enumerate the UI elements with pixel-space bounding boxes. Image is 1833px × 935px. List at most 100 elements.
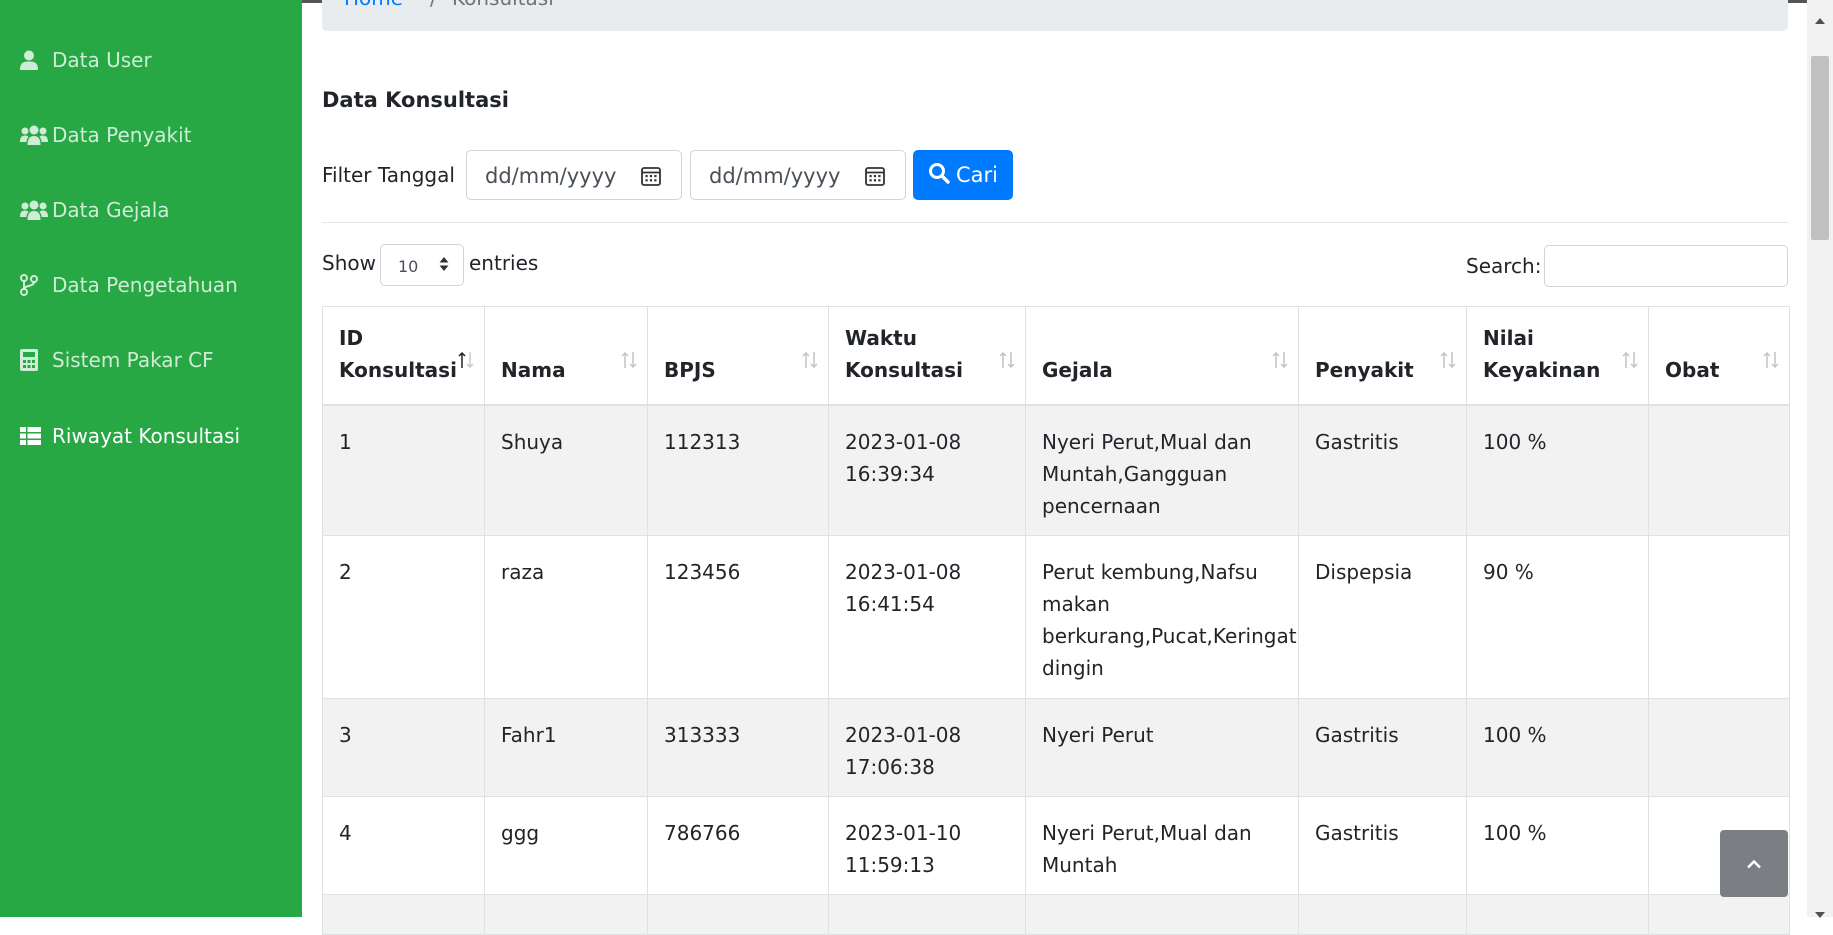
sidebar-item-data-user[interactable]: Data User	[20, 40, 152, 80]
end-date-placeholder: dd/mm/yyyy	[709, 164, 841, 188]
sidebar-item-label: Data User	[52, 48, 152, 72]
cell-nilai: 100 %	[1466, 698, 1649, 797]
search-label: Search:	[1466, 254, 1542, 278]
divider	[322, 222, 1788, 223]
cell-bpjs	[647, 894, 829, 935]
cell-nama: raza	[484, 535, 648, 699]
main-content: Home / Konsultasi Data Konsultasi Filter…	[302, 0, 1807, 935]
cell-id	[322, 894, 485, 935]
start-date-input[interactable]: dd/mm/yyyy	[466, 150, 682, 200]
sidebar-item-data-pengetahuan[interactable]: Data Pengetahuan	[20, 265, 238, 305]
cell-waktu: 2023-01-08 17:06:38	[828, 698, 1026, 797]
back-to-top-button[interactable]	[1720, 830, 1788, 897]
sidebar-item-label: Data Pengetahuan	[52, 273, 238, 297]
table-search-input[interactable]	[1544, 245, 1788, 287]
sidebar-item-data-penyakit[interactable]: Data Penyakit	[20, 115, 192, 155]
breadcrumb-current: Konsultasi	[452, 0, 554, 10]
cell-gejala: Perut kembung,Nafsu makan berkurang,Puca…	[1025, 535, 1299, 699]
cell-id: 3	[322, 698, 485, 797]
breadcrumb-home-link[interactable]: Home	[344, 0, 403, 10]
calculator-icon	[20, 349, 52, 371]
entries-label: entries	[469, 251, 539, 275]
search-button[interactable]: Cari	[913, 150, 1013, 200]
sort-both-icon	[1763, 346, 1779, 378]
cell-penyakit: Gastritis	[1298, 404, 1467, 536]
search-button-label: Cari	[956, 163, 998, 187]
filter-date-label: Filter Tanggal	[322, 163, 455, 187]
start-date-placeholder: dd/mm/yyyy	[485, 164, 617, 188]
cell-penyakit: Gastritis	[1298, 796, 1467, 895]
sidebar-item-riwayat-konsultasi[interactable]: Riwayat Konsultasi	[20, 416, 240, 456]
table-row: 2 raza 123456 2023-01-08 16:41:54 Perut k…	[322, 535, 1790, 699]
sort-both-icon	[999, 346, 1015, 378]
table-header-row: ID Konsultasi Nama BPJS Waktu Konsultasi G…	[322, 306, 1790, 406]
show-label: Show	[322, 251, 376, 275]
column-header-obat[interactable]: Obat	[1648, 306, 1790, 406]
cell-nilai: 100 %	[1466, 404, 1649, 536]
sort-both-icon	[1622, 346, 1638, 378]
cell-bpjs: 786766	[647, 796, 829, 895]
cell-nilai: 90 %	[1466, 535, 1649, 699]
cell-gejala: Nyeri Perut,Mual dan Muntah,Gangguan pen…	[1025, 404, 1299, 536]
sidebar: Data User Data Penyakit Data Gejala Data…	[0, 0, 302, 917]
code-branch-icon	[20, 274, 52, 296]
page-title: Data Konsultasi	[322, 88, 509, 112]
cell-nilai	[1466, 894, 1649, 935]
column-header-gejala[interactable]: Gejala	[1025, 306, 1299, 406]
users-icon	[20, 200, 52, 220]
page-scrollbar[interactable]	[1807, 0, 1833, 918]
cell-penyakit	[1298, 894, 1467, 935]
sort-both-icon	[802, 346, 818, 378]
cell-gejala: Nyeri Perut	[1025, 698, 1299, 797]
cell-waktu	[828, 894, 1026, 935]
consultation-table: ID Konsultasi Nama BPJS Waktu Konsultasi G…	[322, 306, 1790, 935]
column-header-waktu-konsultasi[interactable]: Waktu Konsultasi	[828, 306, 1026, 406]
entries-length-select[interactable]: 10	[380, 244, 464, 286]
calendar-icon[interactable]	[865, 166, 885, 190]
cell-id: 1	[322, 404, 485, 536]
user-icon	[20, 50, 52, 70]
cell-nama: ggg	[484, 796, 648, 895]
column-header-penyakit[interactable]: Penyakit	[1298, 306, 1467, 406]
column-header-nilai-keyakinan[interactable]: Nilai Keyakinan	[1466, 306, 1649, 406]
sidebar-item-data-gejala[interactable]: Data Gejala	[20, 190, 170, 230]
breadcrumb: Home / Konsultasi	[322, 0, 1788, 31]
scroll-up-arrow-icon[interactable]	[1815, 9, 1825, 28]
table-row: 3 Fahr1 313333 2023-01-08 17:06:38 Nyeri …	[322, 698, 1790, 797]
cell-bpjs: 112313	[647, 404, 829, 536]
end-date-input[interactable]: dd/mm/yyyy	[690, 150, 906, 200]
column-header-id-konsultasi[interactable]: ID Konsultasi	[322, 306, 485, 406]
table-row	[322, 894, 1790, 935]
users-icon	[20, 125, 52, 145]
search-icon	[928, 162, 950, 189]
cell-bpjs: 313333	[647, 698, 829, 797]
column-header-nama[interactable]: Nama	[484, 306, 648, 406]
select-arrows-icon	[439, 256, 449, 276]
breadcrumb-separator: /	[430, 0, 437, 10]
sidebar-item-sistem-pakar-cf[interactable]: Sistem Pakar CF	[20, 340, 214, 380]
cell-penyakit: Gastritis	[1298, 698, 1467, 797]
calendar-icon[interactable]	[641, 166, 661, 190]
table-row: 4 ggg 786766 2023-01-10 11:59:13 Nyeri Pe…	[322, 796, 1790, 895]
table-icon	[20, 427, 52, 445]
cell-id: 4	[322, 796, 485, 895]
cell-obat	[1648, 535, 1790, 699]
cell-gejala	[1025, 894, 1299, 935]
sort-both-icon	[621, 346, 637, 378]
cell-waktu: 2023-01-08 16:41:54	[828, 535, 1026, 699]
sidebar-item-label: Data Penyakit	[52, 123, 192, 147]
table-row: 1 Shuya 112313 2023-01-08 16:39:34 Nyeri …	[322, 404, 1790, 536]
sort-both-icon	[1440, 346, 1456, 378]
scroll-down-arrow-icon[interactable]	[1815, 903, 1825, 922]
sidebar-item-label: Data Gejala	[52, 198, 170, 222]
cell-bpjs: 123456	[647, 535, 829, 699]
sort-both-icon	[1272, 346, 1288, 378]
cell-gejala: Nyeri Perut,Mual dan Muntah	[1025, 796, 1299, 895]
cell-obat	[1648, 894, 1790, 935]
cell-waktu: 2023-01-10 11:59:13	[828, 796, 1026, 895]
scrollbar-thumb[interactable]	[1811, 56, 1829, 240]
sidebar-item-label: Sistem Pakar CF	[52, 348, 214, 372]
column-header-bpjs[interactable]: BPJS	[647, 306, 829, 406]
cell-nama	[484, 894, 648, 935]
cell-nama: Shuya	[484, 404, 648, 536]
